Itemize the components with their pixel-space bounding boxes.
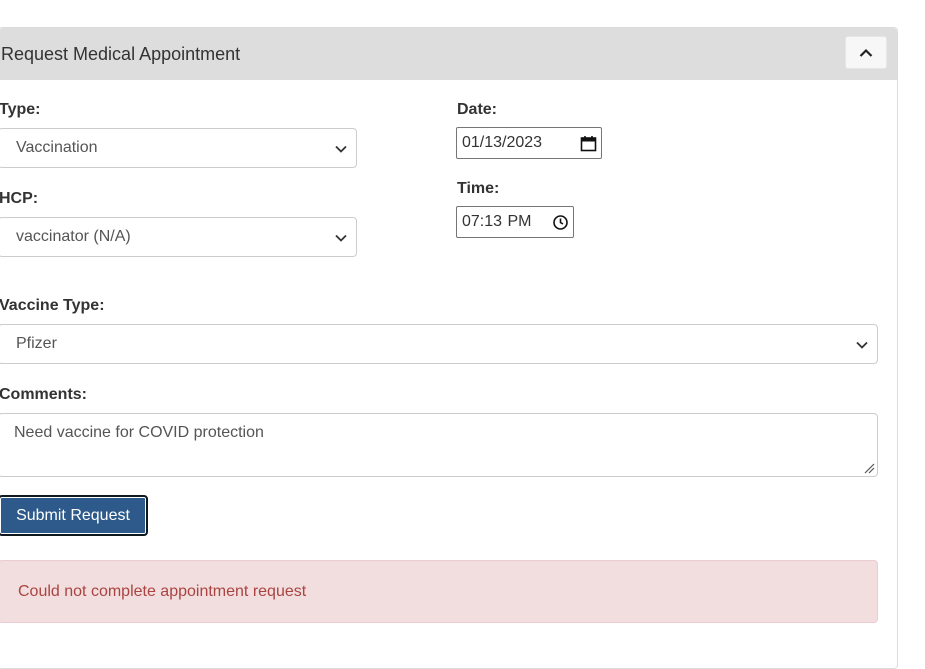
comments-label: Comments: <box>0 386 88 403</box>
hcp-select-value: vaccinator (N/A) <box>16 228 131 245</box>
date-input[interactable]: 01/13/2023 <box>456 127 602 159</box>
time-value: 07:13 PM <box>462 213 532 230</box>
hcp-label: HCP: <box>0 190 39 207</box>
type-select[interactable]: Vaccination <box>0 128 357 168</box>
hcp-select[interactable]: vaccinator (N/A) <box>0 217 357 257</box>
calendar-icon[interactable] <box>580 135 597 152</box>
chevron-down-icon <box>335 234 347 242</box>
type-label: Type: <box>0 101 41 118</box>
clock-icon[interactable] <box>552 214 569 231</box>
vaccine-type-select[interactable]: Pfizer <box>0 324 878 364</box>
date-label: Date: <box>457 101 498 118</box>
alert-message: Could not complete appointment request <box>18 582 307 600</box>
chevron-up-icon <box>859 48 873 57</box>
time-label: Time: <box>457 180 500 197</box>
time-input[interactable]: 07:13 PM <box>456 206 574 238</box>
collapse-button[interactable] <box>845 36 887 69</box>
comments-textarea[interactable]: Need vaccine for COVID protection <box>0 413 878 477</box>
submit-request-button[interactable]: Submit Request <box>0 495 148 536</box>
resize-grip-icon[interactable] <box>863 462 875 474</box>
chevron-down-icon <box>856 341 868 349</box>
panel-header: Request Medical Appointment <box>0 28 897 80</box>
vaccine-type-label: Vaccine Type: <box>0 297 105 314</box>
type-select-value: Vaccination <box>16 139 98 156</box>
comments-value: Need vaccine for COVID protection <box>14 424 264 441</box>
panel-title: Request Medical Appointment <box>1 44 241 64</box>
error-alert: Could not complete appointment request <box>0 560 878 623</box>
vaccine-type-value: Pfizer <box>16 335 57 352</box>
date-value: 01/13/2023 <box>462 134 543 151</box>
chevron-down-icon <box>335 145 347 153</box>
